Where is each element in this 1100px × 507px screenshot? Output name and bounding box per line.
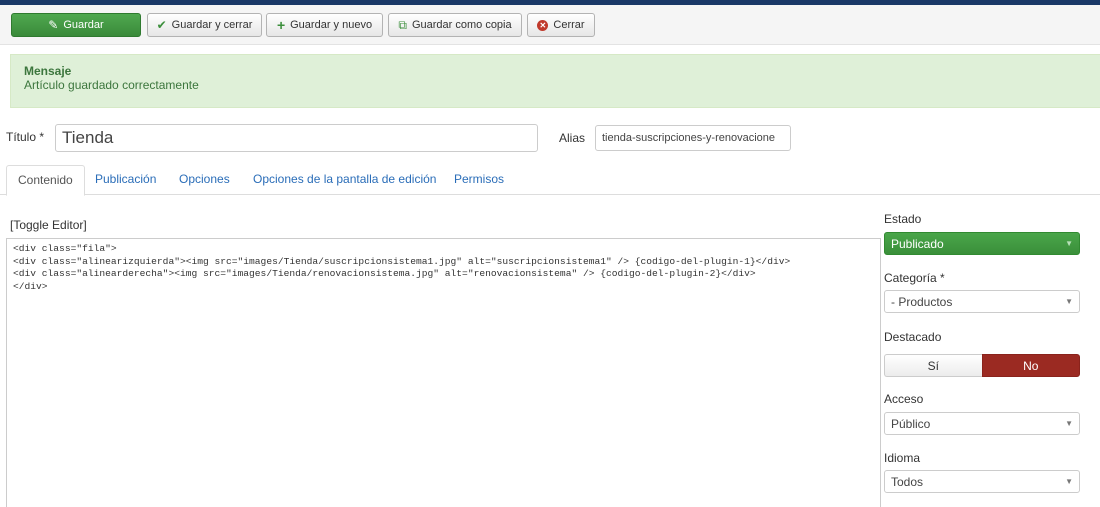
tab-opciones[interactable]: Opciones xyxy=(168,165,241,195)
idioma-select[interactable]: Todos ▼ xyxy=(884,470,1080,493)
estado-select[interactable]: Publicado ▼ xyxy=(884,232,1080,255)
code-line: <div class="fila"> xyxy=(13,243,117,254)
success-message: Mensaje Artículo guardado correctamente xyxy=(10,54,1100,108)
save-close-button[interactable]: ✔ Guardar y cerrar xyxy=(147,13,262,37)
tab-opciones-pantalla-edicion[interactable]: Opciones de la pantalla de edición xyxy=(242,165,447,195)
destacado-label: Destacado xyxy=(884,330,942,344)
toggle-editor-link[interactable]: [Toggle Editor] xyxy=(10,218,87,232)
alias-label: Alias xyxy=(559,131,586,145)
chevron-down-icon: ▼ xyxy=(1065,239,1073,248)
tab-publicacion[interactable]: Publicación xyxy=(84,165,167,195)
acceso-select[interactable]: Público ▼ xyxy=(884,412,1080,435)
edit-icon: ✎ xyxy=(48,18,59,32)
close-button[interactable]: ✕ Cerrar xyxy=(527,13,595,37)
message-text: Artículo guardado correctamente xyxy=(24,78,199,92)
categoria-select[interactable]: - Productos ▼ xyxy=(884,290,1080,313)
save-copy-button[interactable]: ⧉ Guardar como copia xyxy=(388,13,522,37)
estado-label: Estado xyxy=(884,212,922,226)
tab-contenido[interactable]: Contenido xyxy=(6,165,85,196)
title-input[interactable] xyxy=(55,124,538,152)
acceso-label: Acceso xyxy=(884,392,924,406)
idioma-label: Idioma xyxy=(884,451,921,465)
chevron-down-icon: ▼ xyxy=(1065,477,1073,486)
copy-icon: ⧉ xyxy=(398,18,407,32)
tab-permisos[interactable]: Permisos xyxy=(443,165,515,195)
save-new-button[interactable]: + Guardar y nuevo xyxy=(266,13,383,37)
html-code-editor[interactable]: <div class="fila"> <div class="alinearizq… xyxy=(6,238,881,507)
destacado-no-button[interactable]: No xyxy=(981,354,1080,377)
code-line: </div> xyxy=(13,280,48,292)
toolbar: ✎ Guardar ✔ Guardar y cerrar + Guardar y… xyxy=(0,5,1100,45)
title-label: Título * xyxy=(6,130,45,144)
code-line: <div class="alinearderecha"><img src="im… xyxy=(13,268,756,280)
destacado-toggle: Sí No xyxy=(884,354,1080,377)
chevron-down-icon: ▼ xyxy=(1065,419,1073,428)
message-heading: Mensaje xyxy=(24,64,72,78)
check-icon: ✔ xyxy=(156,18,167,32)
tab-bar: Contenido Publicación Opciones Opciones … xyxy=(0,165,1100,196)
code-line: <div class="alinearizquierda"><img src="… xyxy=(13,255,791,267)
alias-input[interactable] xyxy=(595,125,791,151)
save-button[interactable]: ✎ Guardar xyxy=(11,13,141,37)
close-icon: ✕ xyxy=(537,19,549,31)
destacado-yes-button[interactable]: Sí xyxy=(884,354,982,377)
plus-icon: + xyxy=(276,17,286,33)
categoria-label: Categoría * xyxy=(884,271,945,285)
chevron-down-icon: ▼ xyxy=(1065,297,1073,306)
